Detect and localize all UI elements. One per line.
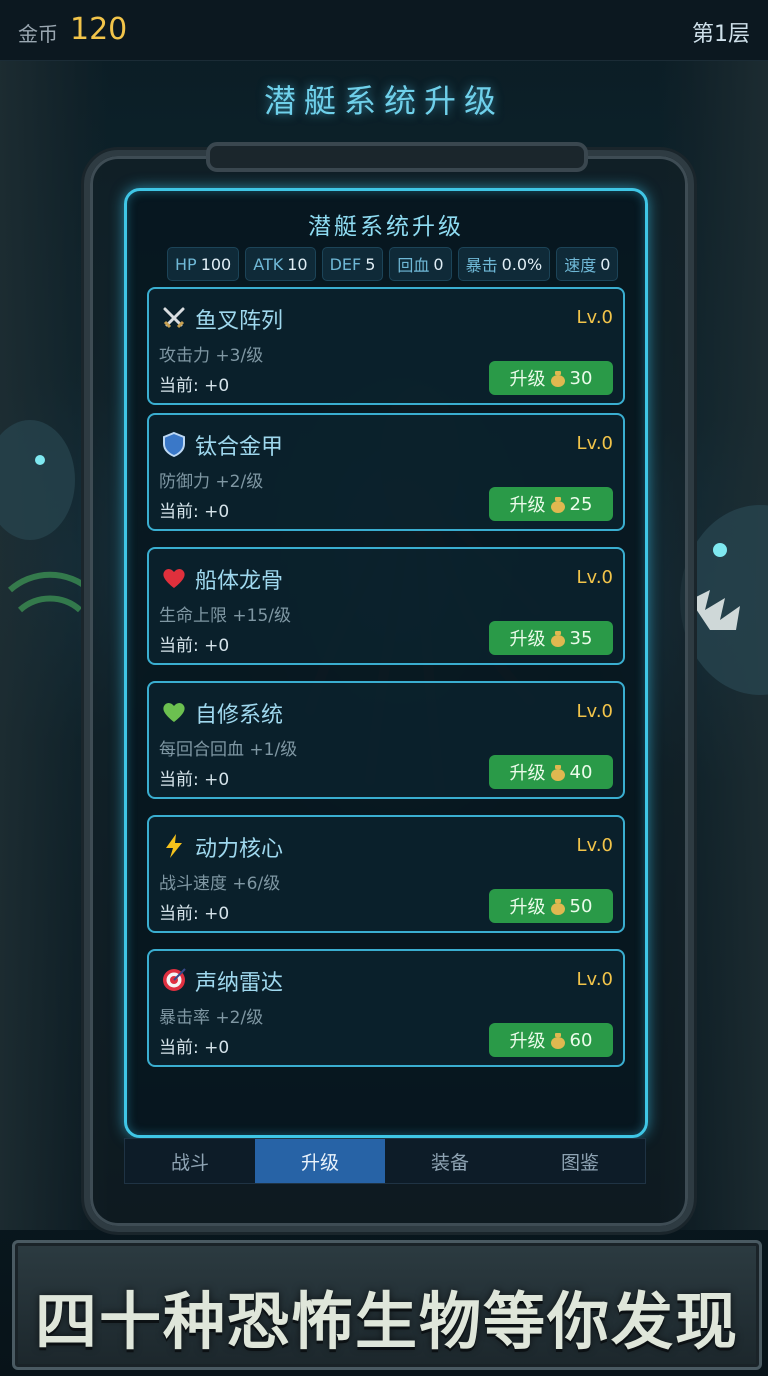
crossed-swords-icon [163,307,185,329]
stat-value: 0 [433,254,444,274]
money-bag-icon [550,497,565,513]
gold-label: 金币 [18,22,58,46]
upgrade-card-hull: 船体龙骨 Lv.0 生命上限 +15/级 当前: +0 升级 35 [147,547,625,665]
top-bar: 金币 120 第1层 [0,0,768,61]
upgrade-card-self-repair: 自修系统 Lv.0 每回合回血 +1/级 当前: +0 升级 40 [147,681,625,799]
upgrade-description: 每回合回血 +1/级 [159,740,298,760]
upgrade-description: 防御力 +2/级 [159,472,264,492]
upgrade-level: Lv.0 [576,701,613,722]
upgrade-level: Lv.0 [576,835,613,856]
stat-hp: HP 100 [167,247,240,281]
upgrade-card-armor: 钛合金甲 Lv.0 防御力 +2/级 当前: +0 升级 25 [147,413,625,531]
stats-bar: HP 100 ATK 10 DEF 5 回血 0 暴击 0.0% 速度 0 [167,247,619,281]
target-icon [163,968,186,991]
promo-banner: 四十种恐怖生物等你发现 [12,1240,762,1370]
upgrade-current: 当前: +0 [159,904,230,924]
stat-value: 100 [200,254,232,274]
floor-indicator: 第1层 [692,22,750,47]
upgrade-description: 生命上限 +15/级 [159,606,292,626]
upgrade-card-harpoon: 鱼叉阵列 Lv.0 攻击力 +3/级 当前: +0 升级 30 [147,287,625,405]
lightning-icon [166,834,182,858]
tab-upgrade[interactable]: 升级 [255,1139,385,1183]
stat-key: DEF [329,254,362,274]
money-bag-icon [550,631,565,647]
stat-key: 暴击 [465,256,498,275]
tab-codex[interactable]: 图鉴 [515,1139,645,1183]
tab-battle[interactable]: 战斗 [125,1139,255,1183]
upgrade-name: 钛合金甲 [195,435,284,460]
upgrade-button-label: 升级 [509,763,546,784]
upgrade-button-label: 升级 [509,629,546,650]
upgrade-button[interactable]: 升级 50 [489,889,613,923]
upgrade-name: 船体龙骨 [195,569,284,594]
stat-regen: 回血 0 [389,247,452,281]
money-bag-icon [550,765,565,781]
upgrade-panel: 潜艇系统升级 HP 100 ATK 10 DEF 5 回血 0 暴击 0.0% 速度 0 鱼… [124,188,648,1138]
promo-banner-text: 四十种恐怖生物等你发现 [34,1285,739,1358]
upgrade-level: Lv.0 [576,969,613,990]
stat-value: 10 [287,254,308,274]
money-bag-icon [550,899,565,915]
upgrade-card-sonar: 声纳雷达 Lv.0 暴击率 +2/级 当前: +0 升级 60 [147,949,625,1067]
stat-def: DEF 5 [321,247,384,281]
stat-value: 0 [600,254,611,274]
upgrade-button-label: 升级 [509,369,546,390]
stat-key: 回血 [397,256,430,275]
upgrade-button-label: 升级 [509,897,546,918]
stat-speed: 速度 0 [556,247,619,281]
shield-icon [163,431,185,457]
upgrade-button[interactable]: 升级 40 [489,755,613,789]
frame-pipe [206,142,588,172]
upgrade-name: 自修系统 [195,703,284,728]
upgrade-description: 攻击力 +3/级 [159,346,264,366]
upgrade-current: 当前: +0 [159,1038,230,1058]
upgrade-button[interactable]: 升级 25 [489,487,613,521]
stat-key: ATK [253,254,284,274]
upgrade-button[interactable]: 升级 30 [489,361,613,395]
upgrade-current: 当前: +0 [159,502,230,522]
upgrade-current: 当前: +0 [159,376,230,396]
upgrade-level: Lv.0 [576,307,613,328]
money-bag-icon [550,1033,565,1049]
upgrade-cost: 50 [569,895,593,917]
stat-value: 0.0% [501,254,543,274]
stat-key: 速度 [564,256,597,275]
upgrade-cost: 40 [569,761,593,783]
upgrade-button[interactable]: 升级 35 [489,621,613,655]
upgrade-cost: 60 [569,1029,593,1051]
upgrade-button[interactable]: 升级 60 [489,1023,613,1057]
bottom-tab-bar: 战斗 升级 装备 图鉴 [124,1138,646,1184]
upgrade-current: 当前: +0 [159,770,230,790]
upgrade-button-label: 升级 [509,495,546,516]
upgrade-name: 鱼叉阵列 [195,309,284,334]
upgrade-description: 战斗速度 +6/级 [159,874,281,894]
tab-equipment[interactable]: 装备 [385,1139,515,1183]
upgrade-description: 暴击率 +2/级 [159,1008,264,1028]
panel-title: 潜艇系统升级 [308,214,464,240]
money-bag-icon [550,371,565,387]
upgrade-cost: 25 [569,493,593,515]
upgrade-card-power-core: 动力核心 Lv.0 战斗速度 +6/级 当前: +0 升级 50 [147,815,625,933]
upgrade-button-label: 升级 [509,1031,546,1052]
upgrade-name: 动力核心 [195,837,284,862]
upgrade-cost: 35 [569,627,593,649]
stat-atk: ATK 10 [245,247,316,281]
green-heart-icon [163,703,185,722]
upgrade-cost: 30 [569,367,593,389]
red-heart-icon [163,569,185,588]
upgrade-current: 当前: +0 [159,636,230,656]
upgrade-level: Lv.0 [576,567,613,588]
stat-value: 5 [365,254,376,274]
stat-key: HP [175,254,197,274]
upgrade-name: 声纳雷达 [195,971,284,996]
upgrade-level: Lv.0 [576,433,613,454]
screen-title: 潜艇系统升级 [263,82,504,120]
stat-crit: 暴击 0.0% [457,247,551,281]
gold-amount: 120 [70,12,128,47]
